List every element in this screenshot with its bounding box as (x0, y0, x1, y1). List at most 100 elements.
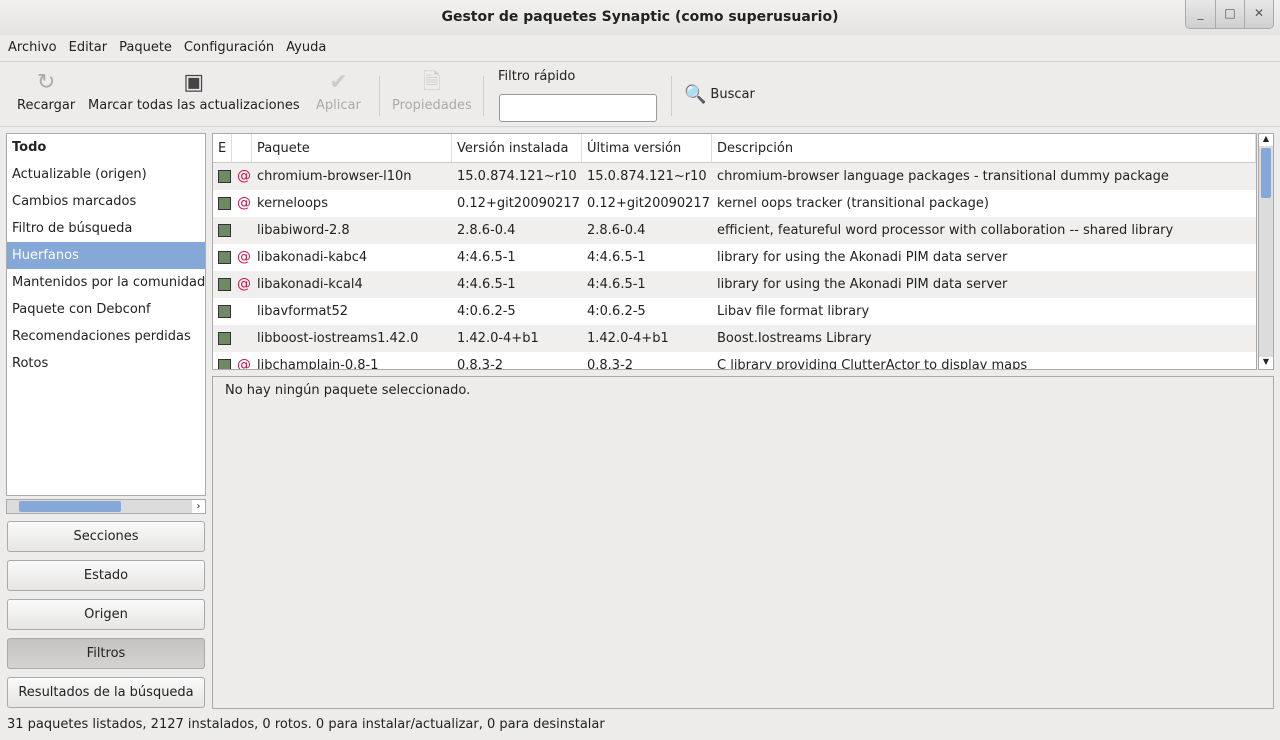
separator (671, 76, 672, 116)
filters-button[interactable]: Filtros (7, 638, 205, 669)
installed-version: 0.12+git20090217 (457, 196, 580, 211)
package-description: C library providing ClutterActor to disp… (717, 358, 1028, 370)
filter-item[interactable]: Actualizable (origen) (7, 161, 205, 188)
table-row[interactable]: libavformat52 4:0.6.2-5 4:0.6.2-5 Libav … (213, 298, 1256, 325)
filter-item[interactable]: Recomendaciones perdidas (7, 323, 205, 350)
menu-paquete[interactable]: Paquete (113, 36, 178, 60)
properties-label: Propiedades (392, 98, 472, 113)
installed-version: 0.8.3-2 (457, 358, 504, 370)
upgrade-icon: ▣ (183, 70, 205, 95)
filter-item[interactable]: Todo (7, 134, 205, 161)
latest-version: 15.0.874.121~r10 (587, 169, 707, 184)
filter-item[interactable]: Cambios marcados (7, 188, 205, 215)
status-box-icon[interactable] (213, 325, 232, 352)
toolbar: ↻ Recargar ▣ Marcar todas las actualizacio… (0, 61, 1280, 127)
filter-item[interactable]: Filtro de búsqueda (7, 215, 205, 242)
table-row[interactable]: @ chromium-browser-l10n 15.0.874.121~r10… (213, 163, 1256, 190)
installed-version: 4:0.6.2-5 (457, 304, 516, 319)
package-description: library for using the Akonadi PIM data s… (717, 277, 1008, 292)
package-name: libchamplain-0.8-1 (257, 358, 379, 370)
package-name: libboost-iostreams1.42.0 (257, 331, 419, 346)
details-text: No hay ningún paquete seleccionado. (225, 383, 471, 398)
table-row[interactable]: libabiword-2.8 2.8.6-0.4 2.8.6-0.4 effic… (213, 217, 1256, 244)
col-installed-version[interactable]: Versión instalada (452, 134, 582, 162)
latest-version: 4:4.6.5-1 (587, 250, 646, 265)
latest-version: 4:0.6.2-5 (587, 304, 646, 319)
reload-label: Recargar (17, 98, 76, 113)
package-name: libakonadi-kcal4 (257, 277, 363, 292)
table-row[interactable]: @ libakonadi-kabc4 4:4.6.5-1 4:4.6.5-1 l… (213, 244, 1256, 271)
installed-version: 4:4.6.5-1 (457, 277, 516, 292)
status-box-icon[interactable] (213, 190, 232, 217)
table-row[interactable]: @ libchamplain-0.8-1 0.8.3-2 0.8.3-2 C l… (213, 352, 1256, 370)
scroll-right-icon[interactable]: › (192, 500, 205, 513)
reload-icon: ↻ (36, 70, 56, 95)
status-button[interactable]: Estado (7, 560, 205, 591)
scrollbar-thumb[interactable] (1261, 148, 1271, 198)
separator (483, 76, 484, 116)
debian-icon: @ (237, 168, 251, 184)
empty-cell (232, 298, 252, 325)
origin-button[interactable]: Origen (7, 599, 205, 630)
table-row[interactable]: @ libakonadi-kcal4 4:4.6.5-1 4:4.6.5-1 l… (213, 271, 1256, 298)
reload-button[interactable]: ↻ Recargar (17, 68, 75, 113)
filter-item[interactable]: Paquete con Debconf (7, 296, 205, 323)
col-support[interactable] (232, 134, 252, 162)
debian-icon: @ (237, 276, 251, 292)
latest-version: 1.42.0-4+b1 (587, 331, 669, 346)
minimize-icon[interactable]: _ (1186, 0, 1215, 28)
status-box-icon[interactable] (213, 271, 232, 298)
menu-configuracion[interactable]: Configuración (178, 36, 280, 60)
scroll-up-icon[interactable]: ▲ (1259, 134, 1273, 146)
apply-button[interactable]: ✔ Aplicar (316, 68, 361, 113)
col-latest-version[interactable]: Última versión (582, 134, 712, 162)
close-icon[interactable]: ✕ (1244, 0, 1273, 28)
scroll-down-icon[interactable]: ▼ (1259, 357, 1273, 369)
maximize-icon[interactable]: □ (1215, 0, 1244, 28)
status-box-icon[interactable] (213, 244, 232, 271)
installed-version: 2.8.6-0.4 (457, 223, 516, 238)
search-button[interactable]: 🔍 Buscar (684, 84, 755, 105)
scrollbar-thumb[interactable] (19, 501, 121, 512)
status-box-icon[interactable] (213, 163, 232, 190)
package-description: efficient, featureful word processor wit… (717, 223, 1174, 238)
debian-icon: @ (237, 249, 251, 265)
package-description: Libav file format library (717, 304, 870, 319)
status-box-icon[interactable] (213, 298, 232, 325)
menu-ayuda[interactable]: Ayuda (280, 36, 332, 60)
installed-version: 4:4.6.5-1 (457, 250, 516, 265)
installed-version: 15.0.874.121~r10 (457, 169, 577, 184)
package-description: kernel oops tracker (transitional packag… (717, 196, 989, 211)
latest-version: 2.8.6-0.4 (587, 223, 646, 238)
filter-item[interactable]: Mantenidos por la comunidad (7, 269, 205, 296)
col-description[interactable]: Descripción (712, 134, 1256, 162)
vertical-scrollbar[interactable]: ▲ ▼ (1258, 133, 1274, 370)
col-status[interactable]: E (213, 134, 232, 162)
search-label: Buscar (710, 87, 755, 102)
package-description: Boost.Iostreams Library (717, 331, 872, 346)
apply-label: Aplicar (316, 98, 361, 113)
sections-button[interactable]: Secciones (7, 521, 205, 552)
table-row[interactable]: libboost-iostreams1.42.0 1.42.0-4+b1 1.4… (213, 325, 1256, 352)
search-results-button[interactable]: Resultados de la búsqueda (7, 677, 205, 708)
col-package[interactable]: Paquete (252, 134, 452, 162)
separator (379, 76, 380, 116)
menu-editar[interactable]: Editar (63, 36, 114, 60)
window-title: Gestor de paquetes Synaptic (como superu… (441, 9, 839, 25)
status-bar: 31 paquetes listados, 2127 instalados, 0… (7, 717, 605, 732)
menu-archivo[interactable]: Archivo (2, 36, 63, 60)
empty-cell (232, 325, 252, 352)
status-box-icon[interactable] (213, 352, 232, 369)
installed-version: 1.42.0-4+b1 (457, 331, 539, 346)
empty-cell (232, 217, 252, 244)
status-box-icon[interactable] (213, 217, 232, 244)
filter-item[interactable]: Rotos (7, 350, 205, 377)
mark-all-upgrades-button[interactable]: ▣ Marcar todas las actualizaciones (88, 68, 300, 113)
latest-version: 0.12+git20090217 (587, 196, 710, 211)
table-row[interactable]: @ kerneloops 0.12+git20090217 0.12+git20… (213, 190, 1256, 217)
mark-all-label: Marcar todas las actualizaciones (88, 98, 300, 113)
filter-item-selected[interactable]: Huerfanos (7, 242, 205, 269)
horizontal-scrollbar[interactable]: › (6, 499, 206, 514)
quick-filter-input[interactable] (499, 94, 657, 122)
properties-button[interactable]: 🗎 Propiedades (392, 68, 472, 113)
